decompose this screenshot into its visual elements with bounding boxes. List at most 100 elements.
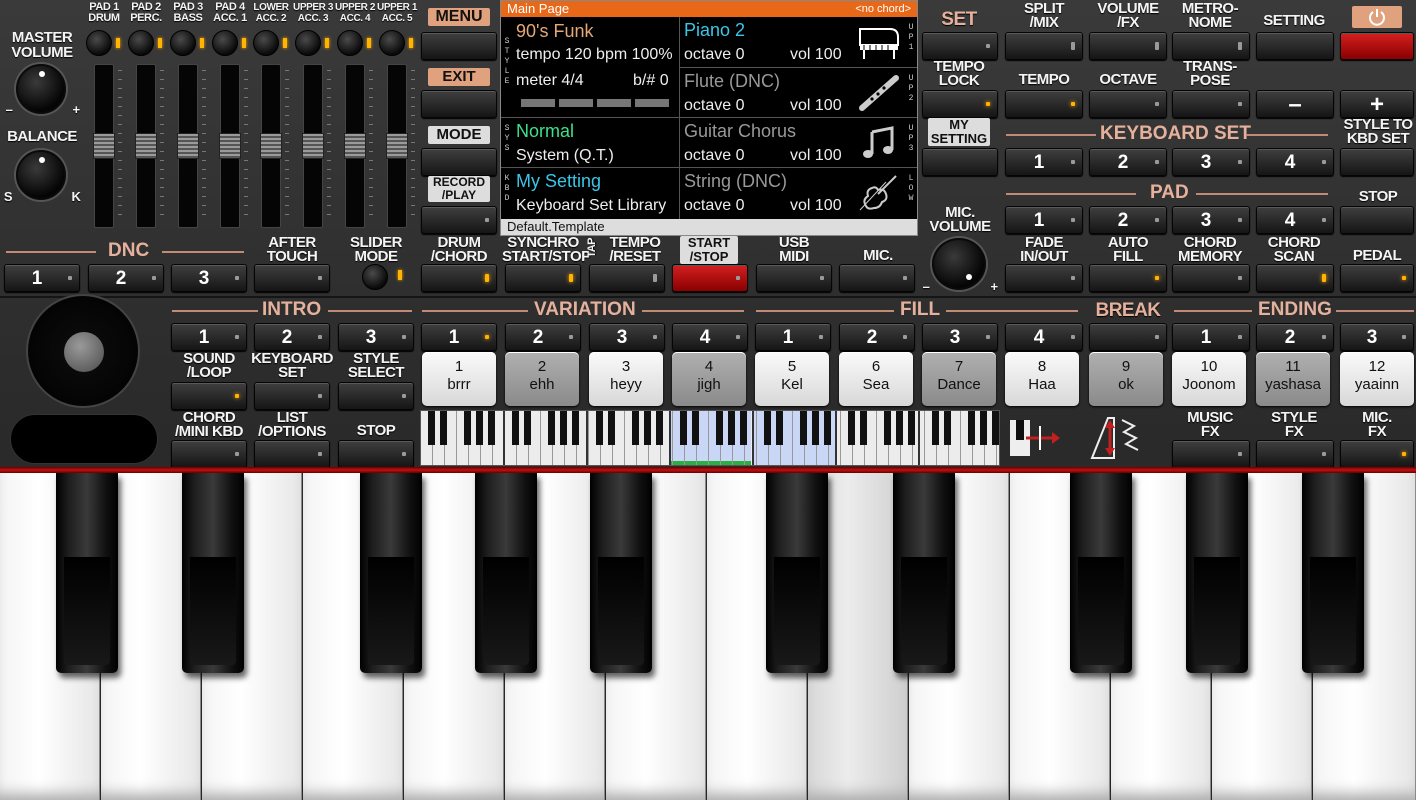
channel-7-mute-knob[interactable] [337, 30, 363, 56]
keyboard-set-3-button[interactable]: 3 [1172, 148, 1250, 176]
stop-left-button[interactable] [338, 440, 414, 468]
fill-1-button[interactable]: 1 [755, 323, 831, 351]
split-mix-button[interactable] [1005, 32, 1083, 60]
variation-1-button[interactable]: 1 [421, 323, 497, 351]
music-fx-button[interactable] [1172, 440, 1250, 468]
record-play-button[interactable] [421, 206, 497, 234]
my-setting-button[interactable] [922, 148, 998, 176]
keyboard-set-2-button[interactable]: 2 [1089, 148, 1167, 176]
channel-4-mute-knob[interactable] [212, 30, 238, 56]
black-key[interactable] [56, 473, 118, 673]
channel-8-slider[interactable] [386, 64, 408, 228]
channel-4-slider[interactable] [219, 64, 241, 228]
ending-2-button[interactable]: 2 [1256, 323, 1334, 351]
menu-button[interactable] [421, 32, 497, 60]
keyboard-width-icon[interactable] [1006, 414, 1064, 462]
mic-volume-knob[interactable] [932, 238, 986, 290]
keyboard-height-icon[interactable] [1088, 414, 1150, 462]
mic-button[interactable] [839, 264, 915, 292]
touch-pad[interactable] [10, 414, 158, 464]
channel-3-slider[interactable] [177, 64, 199, 228]
mini-keyboard[interactable] [420, 410, 1000, 466]
power-icon[interactable] [1352, 6, 1402, 28]
plus-button[interactable]: + [1340, 90, 1414, 118]
master-volume-knob[interactable] [16, 64, 66, 114]
pad-button-2[interactable]: 2 ehh [505, 352, 579, 406]
pad-1-button[interactable]: 1 [1005, 206, 1083, 234]
slider-mode-knob[interactable] [362, 264, 388, 290]
setting-button[interactable] [1256, 32, 1334, 60]
channel-6-mute-knob[interactable] [295, 30, 321, 56]
power-button[interactable] [1340, 32, 1414, 60]
channel-1-slider[interactable] [93, 64, 115, 228]
auto-fill-button[interactable] [1089, 264, 1167, 292]
pad-button-11[interactable]: 11 yashasa [1256, 352, 1330, 406]
intro-2-button[interactable]: 2 [254, 323, 330, 351]
tempo-reset-button[interactable] [589, 264, 665, 292]
keyboard-set-1-button[interactable]: 1 [1005, 148, 1083, 176]
set-button[interactable] [922, 32, 998, 60]
transpose-button[interactable] [1172, 90, 1250, 118]
variation-3-button[interactable]: 3 [589, 323, 665, 351]
pad-button-10[interactable]: 10 Joonom [1172, 352, 1246, 406]
metronome-button[interactable] [1172, 32, 1250, 60]
channel-3-mute-knob[interactable] [170, 30, 196, 56]
channel-5-mute-knob[interactable] [253, 30, 279, 56]
ending-3-button[interactable]: 3 [1340, 323, 1414, 351]
voice-row-up2[interactable]: Flute (DNC) octave 0 vol 100 U P 2 [680, 67, 917, 117]
pad-button-12[interactable]: 12 yaainn [1340, 352, 1414, 406]
dnc-2-button[interactable]: 2 [88, 264, 164, 292]
chord-scan-button[interactable] [1256, 264, 1334, 292]
tempo-lock-button[interactable] [922, 90, 998, 118]
pad-button-1[interactable]: 1 brrr [422, 352, 496, 406]
dnc-1-button[interactable]: 1 [4, 264, 80, 292]
fill-2-button[interactable]: 2 [839, 323, 915, 351]
intro-1-button[interactable]: 1 [171, 323, 247, 351]
fill-4-button[interactable]: 4 [1005, 323, 1083, 351]
pad-3-button[interactable]: 3 [1172, 206, 1250, 234]
black-key[interactable] [893, 473, 955, 673]
pad-stop-button[interactable] [1340, 206, 1414, 234]
black-key[interactable] [1302, 473, 1364, 673]
balance-knob[interactable] [16, 150, 66, 200]
channel-6-slider[interactable] [302, 64, 324, 228]
black-key[interactable] [182, 473, 244, 673]
voice-row-up1[interactable]: Piano 2 octave 0 vol 100 U P 1 [680, 17, 917, 67]
pad-button-8[interactable]: 8 Haa [1005, 352, 1079, 406]
pad-2-button[interactable]: 2 [1089, 206, 1167, 234]
mode-button[interactable] [421, 148, 497, 176]
pedal-button[interactable] [1340, 264, 1414, 292]
pad-4-button[interactable]: 4 [1256, 206, 1334, 234]
chord-mini-kbd-button[interactable] [171, 440, 247, 468]
fill-3-button[interactable]: 3 [922, 323, 998, 351]
list-options-button[interactable] [254, 440, 330, 468]
channel-2-slider[interactable] [135, 64, 157, 228]
fade-in-out-button[interactable] [1005, 264, 1083, 292]
channel-2-mute-knob[interactable] [128, 30, 154, 56]
start-stop-button[interactable] [672, 264, 748, 292]
channel-8-mute-knob[interactable] [379, 30, 405, 56]
exit-button[interactable] [421, 90, 497, 118]
variation-2-button[interactable]: 2 [505, 323, 581, 351]
black-key[interactable] [360, 473, 422, 673]
mic-fx-button[interactable] [1340, 440, 1414, 468]
black-key[interactable] [590, 473, 652, 673]
joystick-handle[interactable] [64, 332, 104, 372]
after-touch-button[interactable] [254, 264, 330, 292]
channel-7-slider[interactable] [344, 64, 366, 228]
black-key[interactable] [766, 473, 828, 673]
keyboard-set-left-button[interactable] [254, 382, 330, 410]
pad-button-6[interactable]: 6 Sea [839, 352, 913, 406]
black-key[interactable] [475, 473, 537, 673]
dnc-3-button[interactable]: 3 [171, 264, 247, 292]
octave-button[interactable] [1089, 90, 1167, 118]
chord-memory-button[interactable] [1172, 264, 1250, 292]
drum-chord-button[interactable] [421, 264, 497, 292]
channel-1-mute-knob[interactable] [86, 30, 112, 56]
tempo-button[interactable] [1005, 90, 1083, 118]
channel-5-slider[interactable] [260, 64, 282, 228]
black-key[interactable] [1070, 473, 1132, 673]
joystick[interactable] [26, 294, 140, 408]
ending-1-button[interactable]: 1 [1172, 323, 1250, 351]
keyboard-set-4-button[interactable]: 4 [1256, 148, 1334, 176]
